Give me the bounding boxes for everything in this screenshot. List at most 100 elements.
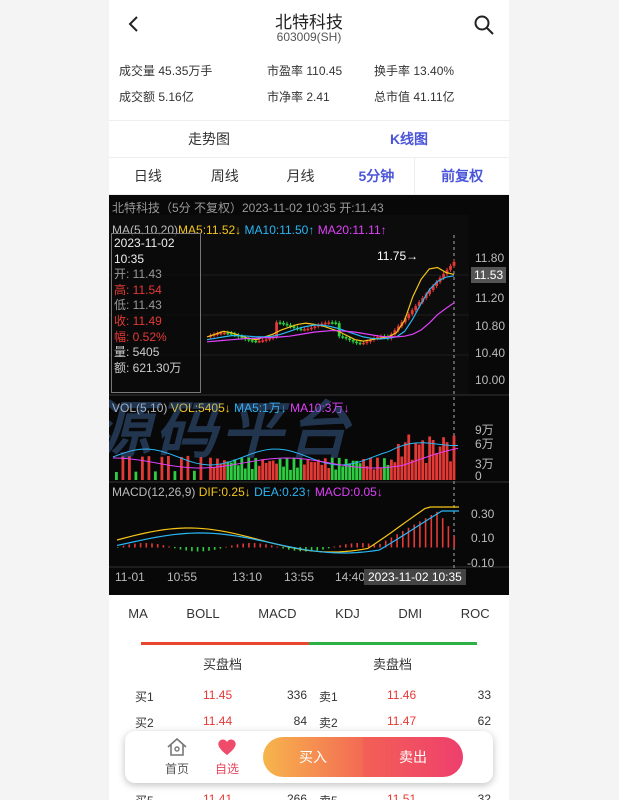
tab-roc[interactable]: ROC <box>461 596 490 632</box>
sell-row-vol: 33 <box>477 688 491 702</box>
volume-bar <box>180 456 183 480</box>
buy-row-price: 11.41 <box>203 792 233 800</box>
stat-market-cap: 总市值 41.11亿 <box>374 90 455 104</box>
candle-body <box>449 265 452 270</box>
candle-body <box>410 310 414 315</box>
volume-bar <box>323 458 327 480</box>
candle-body <box>306 328 310 331</box>
tab-boll[interactable]: BOLL <box>186 596 219 632</box>
sell-row-price: 11.47 <box>387 714 417 728</box>
volume-bar <box>393 462 397 480</box>
cursor-time-label: 2023-11-02 10:35 <box>364 569 466 585</box>
candle-body <box>226 332 230 335</box>
macd-bar <box>447 526 450 548</box>
max-price-label: 11.75→ <box>377 249 419 263</box>
buy-bar <box>141 642 309 645</box>
volume-bar <box>407 434 411 480</box>
macd-bar <box>430 515 433 548</box>
volume-bar <box>209 457 212 480</box>
tab-ma[interactable]: MA <box>128 596 148 632</box>
macd-bar <box>213 547 216 550</box>
volume-bar <box>442 437 445 480</box>
macd-bar <box>339 545 341 548</box>
volume-bar <box>449 461 452 480</box>
buy-button[interactable]: 买入 <box>263 737 363 777</box>
sell-button[interactable]: 卖出 <box>363 737 463 777</box>
candle-body <box>330 322 334 324</box>
volume-bar <box>303 464 306 480</box>
volume-bar <box>344 458 348 480</box>
kline-chart[interactable]: 北特科技（5分 不复权）2023-11-02 10:35 开:11.43 MA(… <box>109 195 509 595</box>
sell-bar <box>309 642 477 645</box>
candle-body <box>334 322 338 324</box>
price-tick: 10.00 <box>475 373 506 387</box>
search-icon[interactable] <box>473 14 495 36</box>
volume-bar <box>445 442 449 480</box>
volume-bar <box>309 461 313 480</box>
candle-body <box>268 338 272 340</box>
candle-body <box>254 340 258 343</box>
tab-5min[interactable]: 5分钟 <box>338 158 414 194</box>
price-tick: 11.80 <box>475 251 505 265</box>
sell-row-vol: 32 <box>477 792 491 800</box>
volume-bar <box>115 472 118 480</box>
price-tick: 11.20 <box>475 291 505 305</box>
tab-kdj[interactable]: KDJ <box>335 596 360 632</box>
buy-row-label: 买5 <box>135 792 154 800</box>
tab-monthly[interactable]: 月线 <box>263 158 339 194</box>
volume-bar <box>327 467 331 480</box>
time-tick: 14:40 <box>335 570 366 584</box>
volume-bar <box>316 459 320 480</box>
candle-body <box>282 322 285 325</box>
volume-bar <box>275 463 278 480</box>
macd-bar <box>350 543 353 548</box>
volume-bar <box>452 435 456 480</box>
candle-body <box>452 261 456 266</box>
stock-detail-page: 北特科技 603009(SH) 成交量 45.35万手 市盈率 110.45 换… <box>109 0 509 800</box>
candle-body <box>344 336 348 339</box>
stat-turnover: 换手率 13.40% <box>374 64 455 78</box>
macd-bar <box>128 544 130 548</box>
macd-bar <box>174 547 176 549</box>
volume-bar <box>355 460 358 480</box>
macd-bar <box>185 547 187 551</box>
volume-bar <box>226 461 230 480</box>
macd-bar <box>407 527 410 548</box>
volume-bar <box>121 456 125 480</box>
tab-weekly[interactable]: 周线 <box>187 158 263 194</box>
volume-bar <box>431 440 435 480</box>
volume-bar <box>278 458 282 480</box>
macd-bar <box>139 543 142 548</box>
tab-dmi[interactable]: DMI <box>398 596 422 632</box>
tab-adjust[interactable]: 前复权 <box>414 158 509 194</box>
macd-bar <box>156 544 159 548</box>
volume-bar <box>257 465 261 480</box>
volume-bar <box>160 456 164 480</box>
macd-tick: -0.10 <box>467 556 495 570</box>
volume-bar <box>369 457 372 480</box>
candle-body <box>407 314 411 319</box>
watchlist-button[interactable]: 自选 <box>207 737 247 777</box>
home-button[interactable]: 首页 <box>157 737 197 777</box>
volume-bar <box>435 453 439 480</box>
macd-bar <box>162 545 165 548</box>
macd-bar <box>134 543 136 548</box>
tab-trend[interactable]: 走势图 <box>109 121 309 157</box>
volume-bar <box>173 471 177 480</box>
macd-bar <box>362 543 364 548</box>
tab-daily[interactable]: 日线 <box>109 158 187 194</box>
volume-bar <box>243 468 247 480</box>
macd-tick: 0.10 <box>471 531 495 545</box>
volume-bar <box>421 440 425 480</box>
macd-bar <box>196 547 199 552</box>
macd-bar <box>225 546 227 548</box>
tab-macd[interactable]: MACD <box>258 596 296 632</box>
vol-tick: 0 <box>475 469 482 483</box>
candle-tooltip: 2023-11-02 10:35 开: 11.43 高: 11.54 低: 11… <box>111 233 201 393</box>
tab-kline[interactable]: K线图 <box>309 121 509 157</box>
volume-bar <box>240 458 244 480</box>
buy-row-vol: 266 <box>286 792 307 800</box>
bottom-action-bar: 首页 自选 买入 卖出 <box>125 731 493 783</box>
volume-bar <box>247 457 251 480</box>
macd-bar <box>208 547 210 551</box>
